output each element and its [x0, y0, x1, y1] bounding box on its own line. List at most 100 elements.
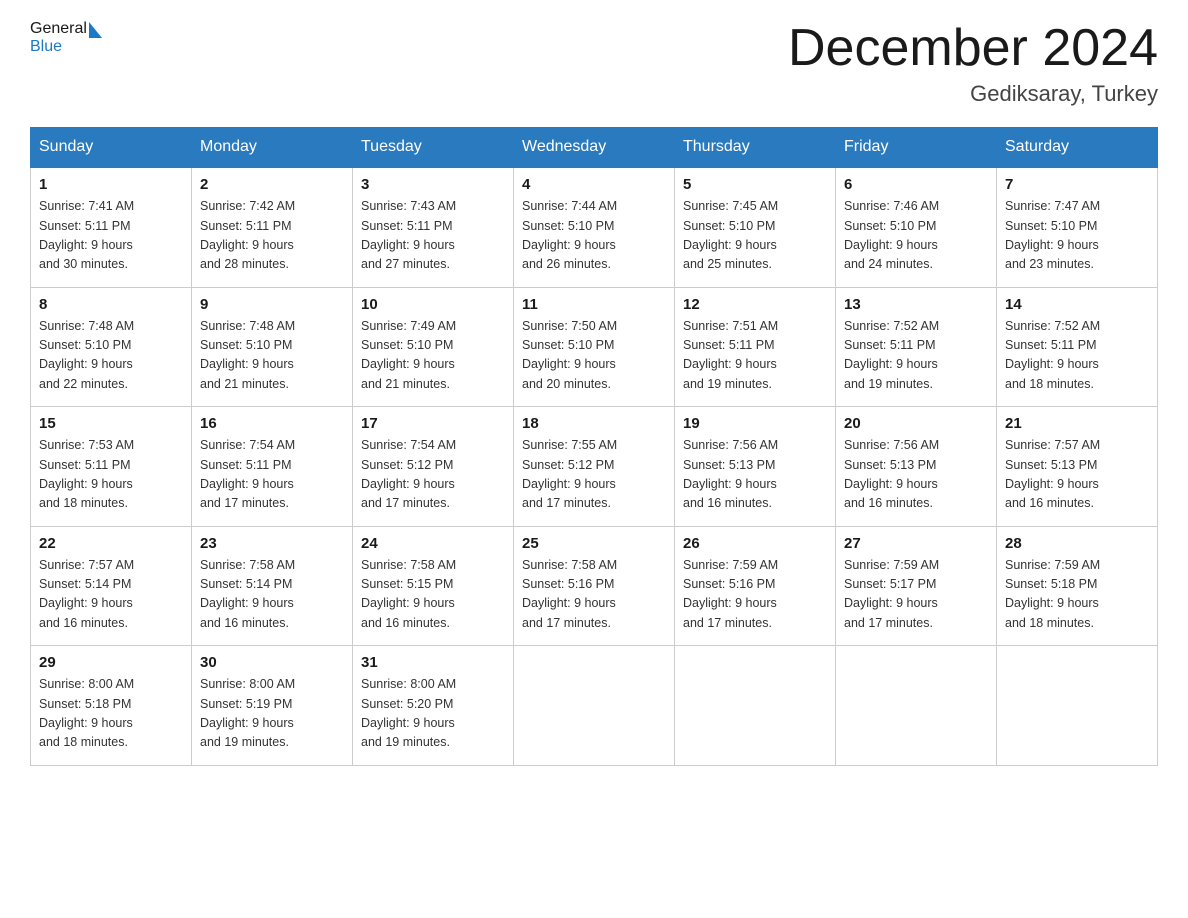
day-info: Sunrise: 7:51 AMSunset: 5:11 PMDaylight:…	[683, 317, 827, 395]
day-info: Sunrise: 7:55 AMSunset: 5:12 PMDaylight:…	[522, 436, 666, 514]
logo: General Blue	[30, 20, 102, 56]
day-number: 6	[844, 176, 988, 193]
calendar-cell: 14 Sunrise: 7:52 AMSunset: 5:11 PMDayligh…	[997, 287, 1158, 407]
week-row-2: 8 Sunrise: 7:48 AMSunset: 5:10 PMDaylight…	[31, 287, 1158, 407]
calendar-cell: 22 Sunrise: 7:57 AMSunset: 5:14 PMDayligh…	[31, 526, 192, 646]
day-number: 18	[522, 415, 666, 432]
day-number: 26	[683, 535, 827, 552]
day-number: 14	[1005, 296, 1149, 313]
header-wednesday: Wednesday	[514, 128, 675, 168]
day-info: Sunrise: 7:43 AMSunset: 5:11 PMDaylight:…	[361, 197, 505, 275]
calendar-header-row: SundayMondayTuesdayWednesdayThursdayFrid…	[31, 128, 1158, 168]
page-header: General Blue December 2024 Gediksaray, T…	[30, 20, 1158, 107]
calendar-cell: 16Sunrise: 7:54 AMSunset: 5:11 PMDayligh…	[192, 407, 353, 527]
calendar-cell: 19Sunrise: 7:56 AMSunset: 5:13 PMDayligh…	[675, 407, 836, 527]
day-number: 11	[522, 296, 666, 313]
day-number: 24	[361, 535, 505, 552]
calendar-cell	[675, 646, 836, 766]
day-number: 22	[39, 535, 183, 552]
day-number: 5	[683, 176, 827, 193]
calendar-cell: 1Sunrise: 7:41 AMSunset: 5:11 PMDaylight…	[31, 167, 192, 287]
calendar-cell: 2 Sunrise: 7:42 AMSunset: 5:11 PMDaylight…	[192, 167, 353, 287]
header-friday: Friday	[836, 128, 997, 168]
day-number: 7	[1005, 176, 1149, 193]
calendar-cell: 27Sunrise: 7:59 AMSunset: 5:17 PMDayligh…	[836, 526, 997, 646]
location-label: Gediksaray, Turkey	[788, 81, 1158, 107]
day-info: Sunrise: 8:00 AMSunset: 5:19 PMDaylight:…	[200, 675, 344, 753]
day-info: Sunrise: 7:54 AMSunset: 5:12 PMDaylight:…	[361, 436, 505, 514]
day-number: 10	[361, 296, 505, 313]
calendar-table: SundayMondayTuesdayWednesdayThursdayFrid…	[30, 127, 1158, 766]
day-number: 25	[522, 535, 666, 552]
day-info: Sunrise: 7:57 AMSunset: 5:13 PMDaylight:…	[1005, 436, 1149, 514]
calendar-cell: 26 Sunrise: 7:59 AMSunset: 5:16 PMDayligh…	[675, 526, 836, 646]
day-info: Sunrise: 7:48 AMSunset: 5:10 PMDaylight:…	[39, 317, 183, 395]
day-info: Sunrise: 7:57 AMSunset: 5:14 PMDaylight:…	[39, 556, 183, 634]
header-saturday: Saturday	[997, 128, 1158, 168]
day-info: Sunrise: 7:42 AMSunset: 5:11 PMDaylight:…	[200, 197, 344, 275]
calendar-cell	[997, 646, 1158, 766]
day-number: 21	[1005, 415, 1149, 432]
calendar-cell: 3 Sunrise: 7:43 AMSunset: 5:11 PMDaylight…	[353, 167, 514, 287]
day-info: Sunrise: 7:58 AMSunset: 5:14 PMDaylight:…	[200, 556, 344, 634]
logo-general-text: General	[30, 20, 87, 38]
header-thursday: Thursday	[675, 128, 836, 168]
header-tuesday: Tuesday	[353, 128, 514, 168]
logo-blue-text: Blue	[30, 38, 62, 56]
day-info: Sunrise: 7:50 AMSunset: 5:10 PMDaylight:…	[522, 317, 666, 395]
day-info: Sunrise: 7:56 AMSunset: 5:13 PMDaylight:…	[844, 436, 988, 514]
day-info: Sunrise: 7:46 AMSunset: 5:10 PMDaylight:…	[844, 197, 988, 275]
day-info: Sunrise: 8:00 AMSunset: 5:18 PMDaylight:…	[39, 675, 183, 753]
calendar-cell: 25 Sunrise: 7:58 AMSunset: 5:16 PMDayligh…	[514, 526, 675, 646]
calendar-cell	[836, 646, 997, 766]
day-number: 12	[683, 296, 827, 313]
day-number: 17	[361, 415, 505, 432]
calendar-cell: 30 Sunrise: 8:00 AMSunset: 5:19 PMDayligh…	[192, 646, 353, 766]
calendar-cell: 20 Sunrise: 7:56 AMSunset: 5:13 PMDayligh…	[836, 407, 997, 527]
day-number: 28	[1005, 535, 1149, 552]
day-number: 20	[844, 415, 988, 432]
week-row-3: 15 Sunrise: 7:53 AMSunset: 5:11 PMDayligh…	[31, 407, 1158, 527]
day-number: 15	[39, 415, 183, 432]
day-number: 19	[683, 415, 827, 432]
day-info: Sunrise: 7:58 AMSunset: 5:16 PMDaylight:…	[522, 556, 666, 634]
day-info: Sunrise: 7:59 AMSunset: 5:16 PMDaylight:…	[683, 556, 827, 634]
calendar-cell: 31Sunrise: 8:00 AMSunset: 5:20 PMDayligh…	[353, 646, 514, 766]
day-info: Sunrise: 7:49 AMSunset: 5:10 PMDaylight:…	[361, 317, 505, 395]
day-number: 23	[200, 535, 344, 552]
calendar-cell: 12 Sunrise: 7:51 AMSunset: 5:11 PMDayligh…	[675, 287, 836, 407]
calendar-cell: 15 Sunrise: 7:53 AMSunset: 5:11 PMDayligh…	[31, 407, 192, 527]
week-row-1: 1Sunrise: 7:41 AMSunset: 5:11 PMDaylight…	[31, 167, 1158, 287]
day-info: Sunrise: 7:52 AMSunset: 5:11 PMDaylight:…	[844, 317, 988, 395]
header-monday: Monday	[192, 128, 353, 168]
day-info: Sunrise: 7:44 AMSunset: 5:10 PMDaylight:…	[522, 197, 666, 275]
calendar-cell: 5 Sunrise: 7:45 AMSunset: 5:10 PMDaylight…	[675, 167, 836, 287]
week-row-5: 29 Sunrise: 8:00 AMSunset: 5:18 PMDayligh…	[31, 646, 1158, 766]
calendar-cell: 4 Sunrise: 7:44 AMSunset: 5:10 PMDaylight…	[514, 167, 675, 287]
calendar-cell: 24 Sunrise: 7:58 AMSunset: 5:15 PMDayligh…	[353, 526, 514, 646]
calendar-cell: 7Sunrise: 7:47 AMSunset: 5:10 PMDaylight…	[997, 167, 1158, 287]
day-info: Sunrise: 7:45 AMSunset: 5:10 PMDaylight:…	[683, 197, 827, 275]
day-info: Sunrise: 7:59 AMSunset: 5:17 PMDaylight:…	[844, 556, 988, 634]
calendar-cell: 17 Sunrise: 7:54 AMSunset: 5:12 PMDayligh…	[353, 407, 514, 527]
day-info: Sunrise: 7:52 AMSunset: 5:11 PMDaylight:…	[1005, 317, 1149, 395]
day-number: 16	[200, 415, 344, 432]
day-number: 9	[200, 296, 344, 313]
calendar-cell: 8 Sunrise: 7:48 AMSunset: 5:10 PMDaylight…	[31, 287, 192, 407]
day-number: 2	[200, 176, 344, 193]
calendar-cell: 29 Sunrise: 8:00 AMSunset: 5:18 PMDayligh…	[31, 646, 192, 766]
day-info: Sunrise: 7:58 AMSunset: 5:15 PMDaylight:…	[361, 556, 505, 634]
day-number: 3	[361, 176, 505, 193]
day-number: 30	[200, 654, 344, 671]
day-info: Sunrise: 7:53 AMSunset: 5:11 PMDaylight:…	[39, 436, 183, 514]
calendar-cell: 13 Sunrise: 7:52 AMSunset: 5:11 PMDayligh…	[836, 287, 997, 407]
calendar-cell	[514, 646, 675, 766]
day-info: Sunrise: 7:48 AMSunset: 5:10 PMDaylight:…	[200, 317, 344, 395]
calendar-cell: 28Sunrise: 7:59 AMSunset: 5:18 PMDayligh…	[997, 526, 1158, 646]
calendar-cell: 9 Sunrise: 7:48 AMSunset: 5:10 PMDaylight…	[192, 287, 353, 407]
day-number: 29	[39, 654, 183, 671]
day-number: 13	[844, 296, 988, 313]
day-number: 8	[39, 296, 183, 313]
logo-arrow-icon	[89, 22, 102, 38]
day-number: 4	[522, 176, 666, 193]
